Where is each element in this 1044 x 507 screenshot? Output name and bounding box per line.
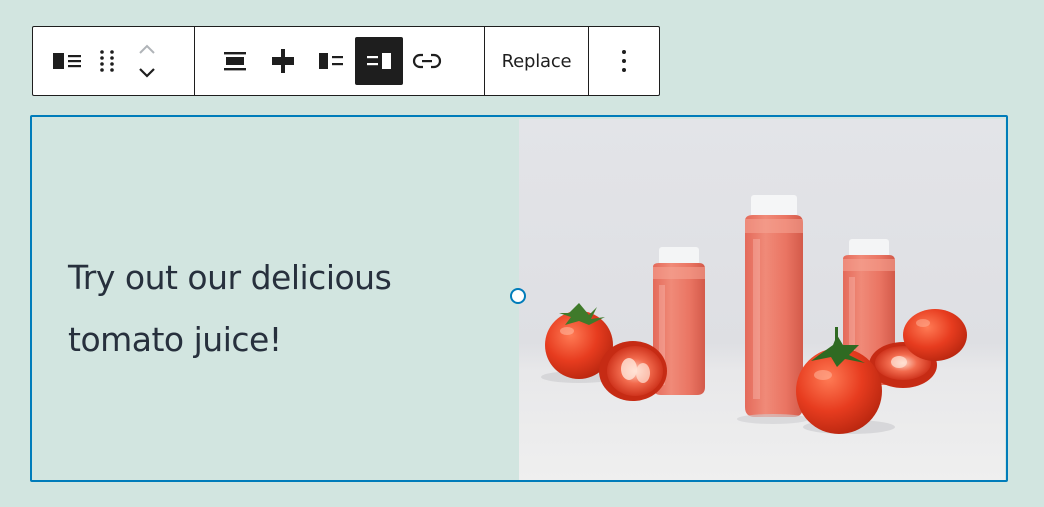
link-icon[interactable] bbox=[403, 37, 451, 85]
alignment-group bbox=[195, 27, 485, 95]
replace-button[interactable]: Replace bbox=[496, 37, 578, 85]
block-toolbar: Replace bbox=[32, 26, 660, 96]
media-width-resize-handle[interactable] bbox=[510, 288, 526, 304]
options-group bbox=[589, 27, 659, 95]
tomato-juice-photo[interactable] bbox=[519, 119, 1005, 480]
media-text-content: Try out our delicious tomato juice! bbox=[32, 117, 520, 480]
media-right-icon[interactable] bbox=[355, 37, 403, 85]
replace-group: Replace bbox=[485, 27, 589, 95]
chevron-down-icon[interactable] bbox=[127, 61, 167, 85]
media-text-block[interactable]: Try out our delicious tomato juice! bbox=[30, 115, 1008, 482]
more-vertical-icon[interactable] bbox=[600, 37, 648, 85]
block-controls-group bbox=[33, 27, 195, 95]
chevron-up-icon[interactable] bbox=[127, 37, 167, 61]
align-center-icon[interactable] bbox=[211, 37, 259, 85]
block-mover bbox=[127, 33, 167, 89]
align-full-width-icon[interactable] bbox=[259, 37, 307, 85]
media-left-icon[interactable] bbox=[307, 37, 355, 85]
drag-handle-icon[interactable] bbox=[87, 37, 127, 85]
paragraph-text[interactable]: Try out our delicious tomato juice! bbox=[68, 247, 488, 371]
media-text-icon[interactable] bbox=[47, 37, 87, 85]
